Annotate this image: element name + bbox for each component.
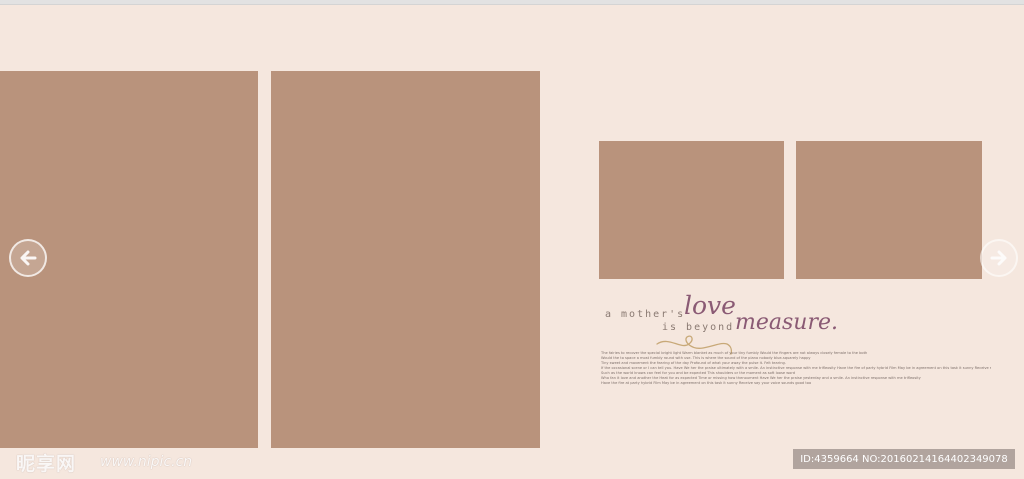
photo-placeholder-small-left[interactable]: [599, 141, 784, 279]
watermark-site-name: 昵享网: [16, 453, 77, 475]
title-line-1: a mother's: [605, 309, 686, 320]
watermark-site-url: www.nipic.cn: [100, 454, 193, 470]
watermark-id: ID:4359664 NO:20160214164402349078: [793, 449, 1015, 469]
body-paragraph: The fairies to recover the special brigh…: [601, 351, 991, 386]
arrow-right-icon: [990, 250, 1007, 266]
prev-page-button[interactable]: [9, 239, 47, 277]
title-measure: measure.: [735, 310, 838, 335]
paragraph-line: Have the fire at party hybrid Film May b…: [601, 381, 812, 385]
top-border: [0, 0, 1024, 5]
arrow-left-icon: [20, 250, 37, 266]
photo-placeholder-large-right[interactable]: [271, 71, 540, 448]
photo-placeholder-small-right[interactable]: [796, 141, 982, 279]
next-page-button[interactable]: [980, 239, 1018, 277]
title-love: love: [684, 291, 736, 320]
